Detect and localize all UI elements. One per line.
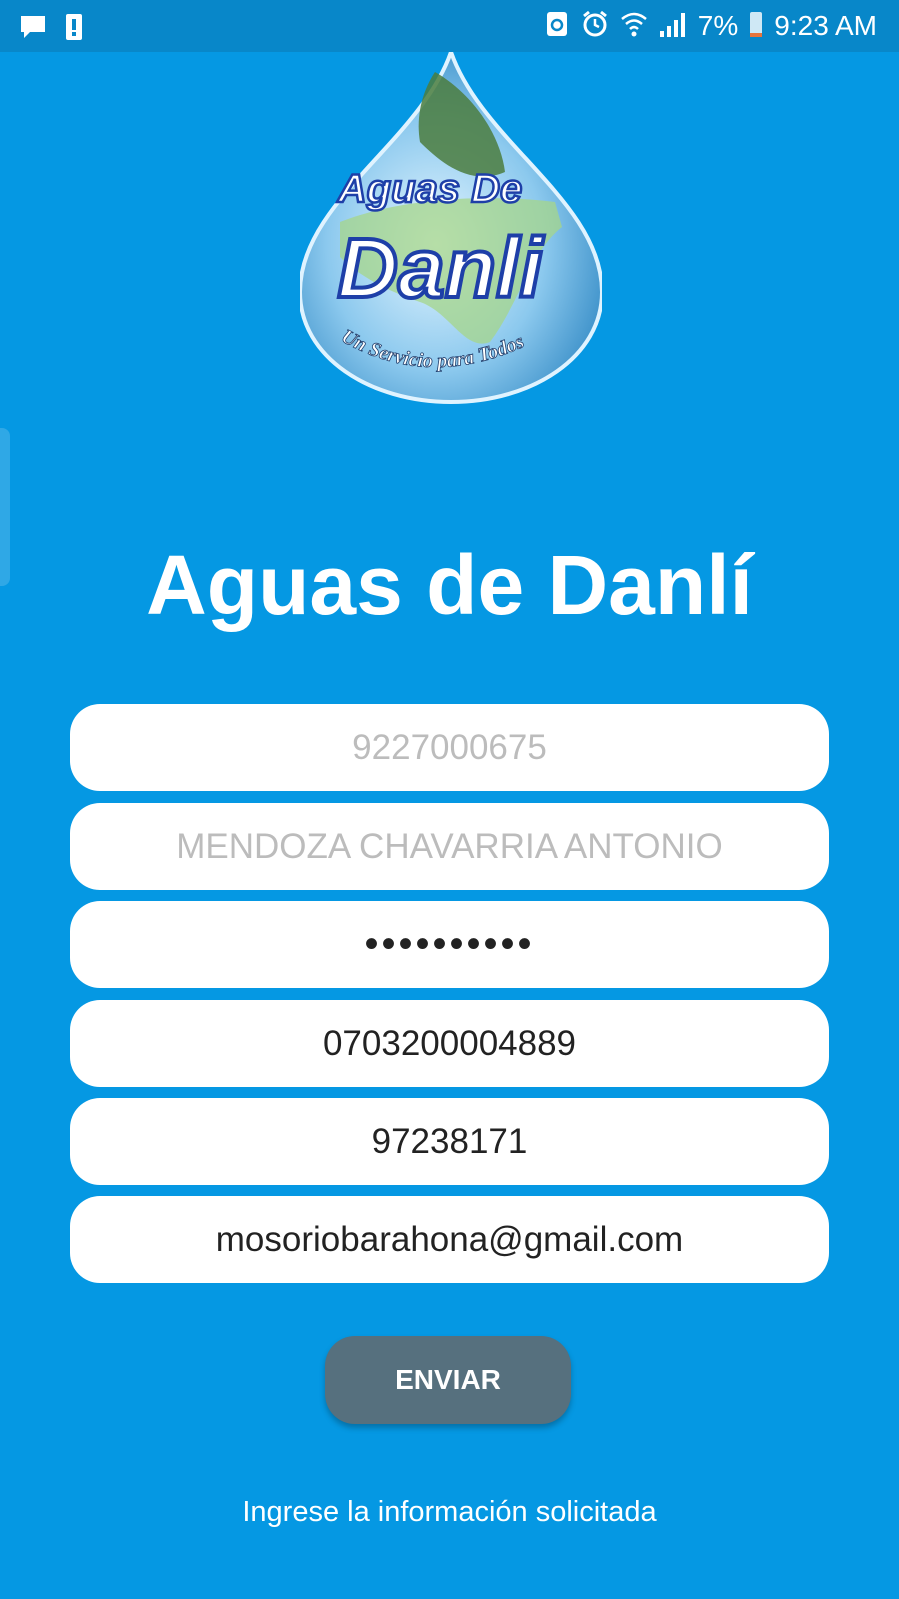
battery-percent: 7% — [697, 10, 739, 41]
account-number-field[interactable]: 9227000675 — [70, 704, 829, 791]
password-field[interactable]: •••••••••• — [70, 901, 829, 988]
customer-name-field[interactable]: MENDOZA CHAVARRIA ANTONIO — [70, 803, 829, 890]
alert-icon — [62, 12, 86, 47]
logo-text-line1: Aguas De — [337, 167, 523, 211]
app-logo: Aguas De Danli Un Servicio para Todos — [297, 45, 605, 405]
alarm-icon — [580, 9, 610, 44]
phone-field[interactable]: 97238171 — [70, 1098, 829, 1185]
email-field[interactable]: mosoriobarahona@gmail.com — [70, 1196, 829, 1283]
signal-icon — [658, 9, 688, 44]
clock: 9:23 AM — [774, 10, 877, 41]
wifi-icon — [620, 9, 648, 44]
logo-text-line2: Danli — [337, 221, 544, 315]
page-title: Aguas de Danlí — [146, 538, 753, 632]
instruction-text: Ingrese la información solicitada — [242, 1496, 657, 1528]
status-bar: 7% 9:23 AM — [0, 0, 899, 52]
id-number-field[interactable]: 0703200004889 — [70, 1000, 829, 1087]
send-button[interactable]: ENVIAR — [325, 1336, 571, 1424]
message-icon — [18, 12, 48, 47]
recycle-icon — [544, 9, 570, 44]
battery-icon — [748, 9, 764, 44]
